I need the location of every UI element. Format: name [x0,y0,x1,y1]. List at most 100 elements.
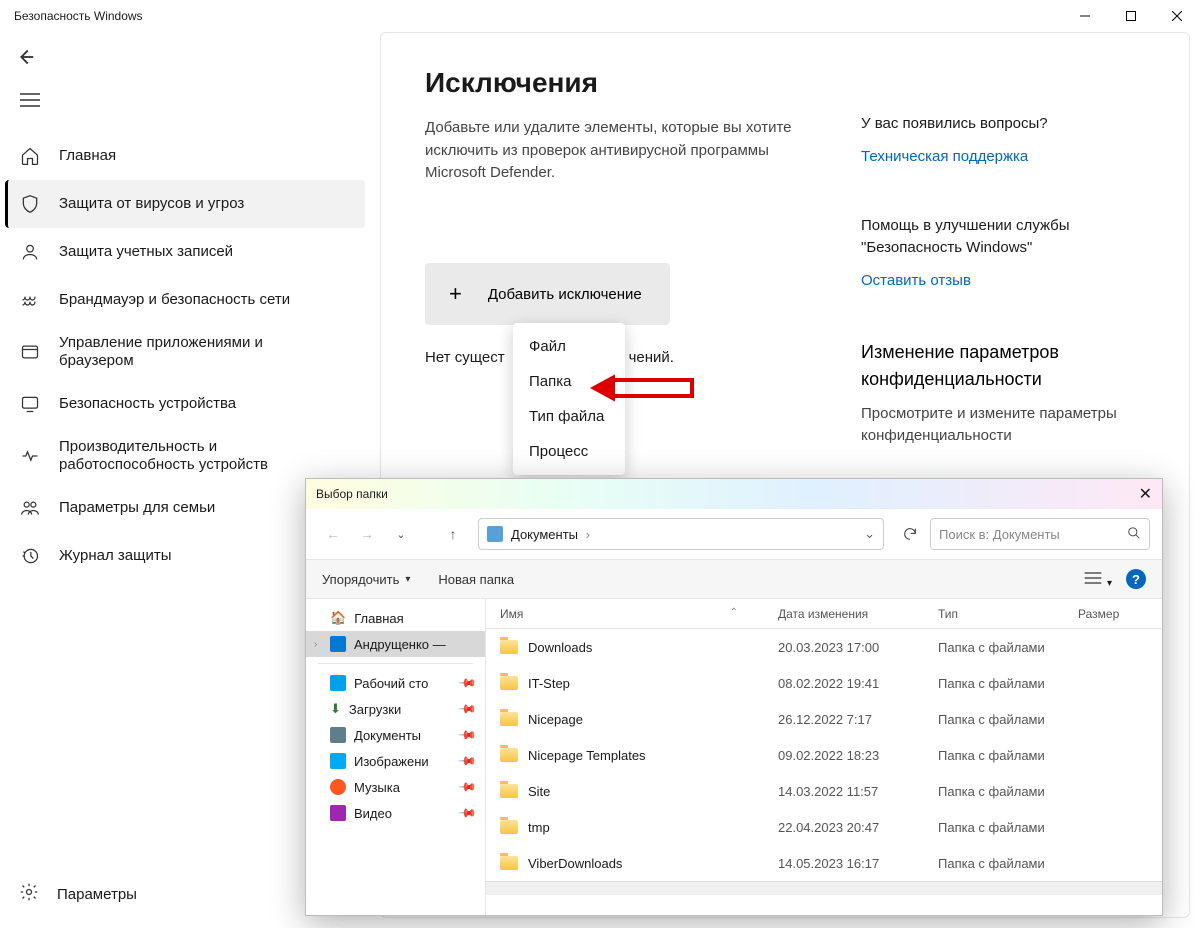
sidebar-item-label: Параметры для семьи [59,499,215,517]
side-video[interactable]: Видео📌 [306,800,485,826]
history-icon [19,546,41,566]
file-type: Папка с файлами [938,856,1078,871]
support-link[interactable]: Техническая поддержка [861,148,1028,165]
side-pictures[interactable]: Изображени📌 [306,748,485,774]
sort-indicator-icon: ⌃ [730,607,738,621]
file-row[interactable]: Downloads20.03.2023 17:00Папка с файлами [486,629,1162,665]
sidebar-item-firewall[interactable]: Брандмауэр и безопасность сети [5,276,365,324]
chevron-down-icon[interactable]: ⌄ [864,526,875,542]
add-exclusion-button[interactable]: + Добавить исключение [425,263,670,325]
organize-button[interactable]: Упорядочить ▾ [322,572,410,587]
file-type: Папка с файлами [938,748,1078,763]
feedback-link[interactable]: Оставить отзыв [861,272,971,289]
sidebar-item-account[interactable]: Защита учетных записей [5,228,365,276]
file-row[interactable]: Site14.03.2022 11:57Папка с файлами [486,773,1162,809]
dialog-close-button[interactable]: ✕ [1139,484,1152,504]
settings-link[interactable]: Параметры [5,870,305,918]
gear-icon [19,882,39,906]
documents-icon [330,727,346,743]
dropdown-item-file[interactable]: Файл [513,329,625,364]
dialog-toolbar: Упорядочить ▾ Новая папка ▾ ? [306,559,1162,599]
privacy-title: Изменение параметров конфиденциальности [861,339,1161,393]
file-date: 14.05.2023 16:17 [778,856,938,871]
col-type[interactable]: Тип [938,607,1078,621]
sidebar-item-label: Защита учетных записей [59,243,233,261]
folder-icon [500,676,518,690]
nav-back-button[interactable]: ← [318,519,348,549]
sidebar-item-home[interactable]: Главная [5,132,365,180]
file-type: Папка с файлами [938,640,1078,655]
file-date: 08.02.2022 19:41 [778,676,938,691]
file-list-header: Имя⌃ Дата изменения Тип Размер [486,599,1162,629]
account-icon [19,242,41,262]
nav-up-button[interactable]: ↑ [438,519,468,549]
minimize-button[interactable] [1062,0,1108,32]
pin-icon: 📌 [457,751,477,771]
nav-recent-button[interactable]: ⌄ [386,519,416,549]
sidebar-item-device[interactable]: Безопасность устройства [5,380,365,428]
view-button[interactable]: ▾ [1083,570,1112,589]
side-desktop[interactable]: Рабочий сто📌 [306,670,485,696]
file-row[interactable]: tmp22.04.2023 20:47Папка с файлами [486,809,1162,845]
pin-icon: 📌 [457,699,477,719]
search-icon [1127,526,1141,543]
folder-icon [487,526,503,542]
close-button[interactable] [1154,0,1200,32]
folder-icon [500,748,518,762]
sidebar-item-label: Брандмауэр и безопасность сети [59,291,290,309]
file-type: Папка с файлами [938,712,1078,727]
right-column: У вас появились вопросы? Техническая под… [861,113,1161,498]
folder-icon [500,784,518,798]
sidebar-item-appbrowser[interactable]: Управление приложениями и браузером [5,324,365,380]
col-size[interactable]: Размер [1078,607,1162,621]
side-documents[interactable]: Документы📌 [306,722,485,748]
file-type: Папка с файлами [938,820,1078,835]
sidebar-item-label: Главная [59,147,116,165]
questions-title: У вас появились вопросы? [861,113,1161,136]
nav-forward-button[interactable]: → [352,519,382,549]
refresh-button[interactable] [894,518,926,550]
file-row[interactable]: IT-Step08.02.2022 19:41Папка с файлами [486,665,1162,701]
horizontal-scrollbar[interactable] [486,881,1162,895]
new-folder-button[interactable]: Новая папка [438,572,514,587]
firewall-icon [19,290,41,310]
desktop-icon [330,675,346,691]
back-button[interactable] [14,46,36,71]
pictures-icon [330,753,346,769]
file-type: Папка с файлами [938,784,1078,799]
col-date[interactable]: Дата изменения [778,607,938,621]
help-button[interactable]: ? [1126,569,1146,589]
sidebar-item-label: Защита от вирусов и угроз [59,195,244,213]
file-name: tmp [528,820,778,835]
chevron-right-icon: › [314,639,317,650]
search-box[interactable]: Поиск в: Документы [930,518,1150,550]
folder-icon [500,640,518,654]
titlebar: Безопасность Windows [0,0,1200,32]
file-name: Downloads [528,640,778,655]
device-icon [19,394,41,414]
sidebar-item-virus[interactable]: Защита от вирусов и угроз [5,180,365,228]
side-music[interactable]: Музыка📌 [306,774,485,800]
file-row[interactable]: Nicepage Templates09.02.2022 18:23Папка … [486,737,1162,773]
maximize-button[interactable] [1108,0,1154,32]
home-icon [19,146,41,166]
dropdown-item-process[interactable]: Процесс [513,434,625,469]
pin-icon: 📌 [457,803,477,823]
sidebar-item-label: Управление приложениями и браузером [59,334,319,370]
plus-icon: + [449,281,462,307]
file-row[interactable]: Nicepage26.12.2022 7:17Папка с файлами [486,701,1162,737]
annotation-arrow-folder [590,372,700,407]
side-user[interactable]: ›Андрущенко — [306,631,485,657]
col-name[interactable]: Имя⌃ [500,607,778,621]
add-button-label: Добавить исключение [488,286,642,303]
address-bar[interactable]: Документы ⌄ [478,518,884,550]
side-downloads[interactable]: ⬇Загрузки📌 [306,696,485,722]
hamburger-menu[interactable] [20,92,40,111]
side-home[interactable]: 🏠Главная [306,605,485,631]
folder-icon [500,712,518,726]
search-placeholder: Поиск в: Документы [939,527,1060,542]
file-row[interactable]: ViberDownloads14.05.2023 16:17Папка с фа… [486,845,1162,881]
breadcrumb-segment[interactable]: Документы [511,527,590,542]
sidebar-item-performance[interactable]: Производительность и работоспособность у… [5,428,365,484]
folder-icon [500,820,518,834]
